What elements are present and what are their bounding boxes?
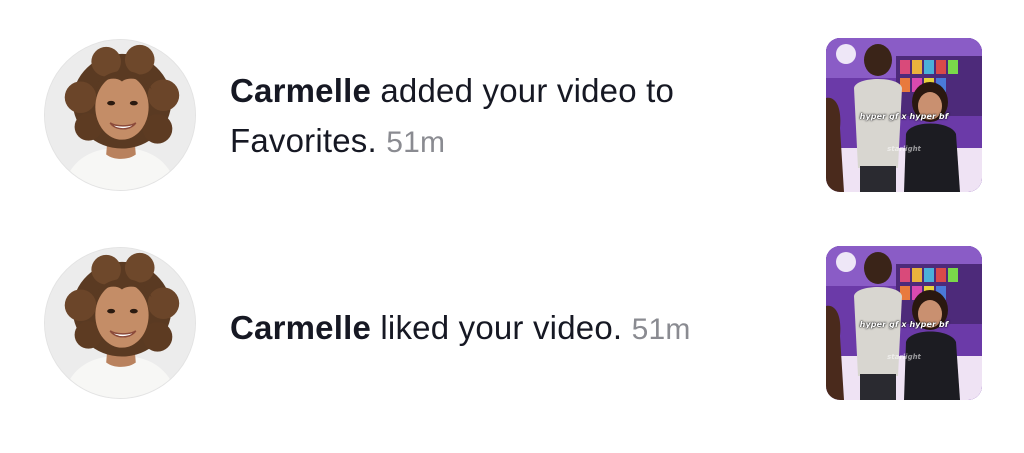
- notification-time: 51m: [386, 126, 446, 159]
- notification-time: 51m: [631, 313, 691, 346]
- video-thumbnail[interactable]: hyper gf x hyper bf starlight: [826, 246, 982, 400]
- video-thumbnail[interactable]: hyper gf x hyper bf starlight: [826, 38, 982, 192]
- notification-action: liked your video.: [371, 309, 623, 346]
- notification-item[interactable]: Carmelle liked your video. 51m hyper gf …: [0, 244, 1024, 404]
- notification-list: Carmelle added your video to Favorites. …: [0, 0, 1024, 453]
- avatar[interactable]: [44, 247, 196, 399]
- thumbnail-watermark: starlight: [887, 353, 921, 361]
- thumbnail-watermark: starlight: [887, 145, 921, 153]
- thumbnail-caption: hyper gf x hyper bf: [859, 320, 949, 329]
- thumbnail-caption: hyper gf x hyper bf: [859, 112, 949, 121]
- avatar-image: [45, 248, 195, 398]
- avatar[interactable]: [44, 39, 196, 191]
- notification-item[interactable]: Carmelle added your video to Favorites. …: [0, 36, 1024, 196]
- notification-text: Carmelle liked your video. 51m: [230, 303, 790, 355]
- username-link[interactable]: Carmelle: [230, 72, 371, 109]
- notification-text: Carmelle added your video to Favorites. …: [230, 66, 790, 168]
- username-link[interactable]: Carmelle: [230, 309, 371, 346]
- avatar-image: [45, 40, 195, 190]
